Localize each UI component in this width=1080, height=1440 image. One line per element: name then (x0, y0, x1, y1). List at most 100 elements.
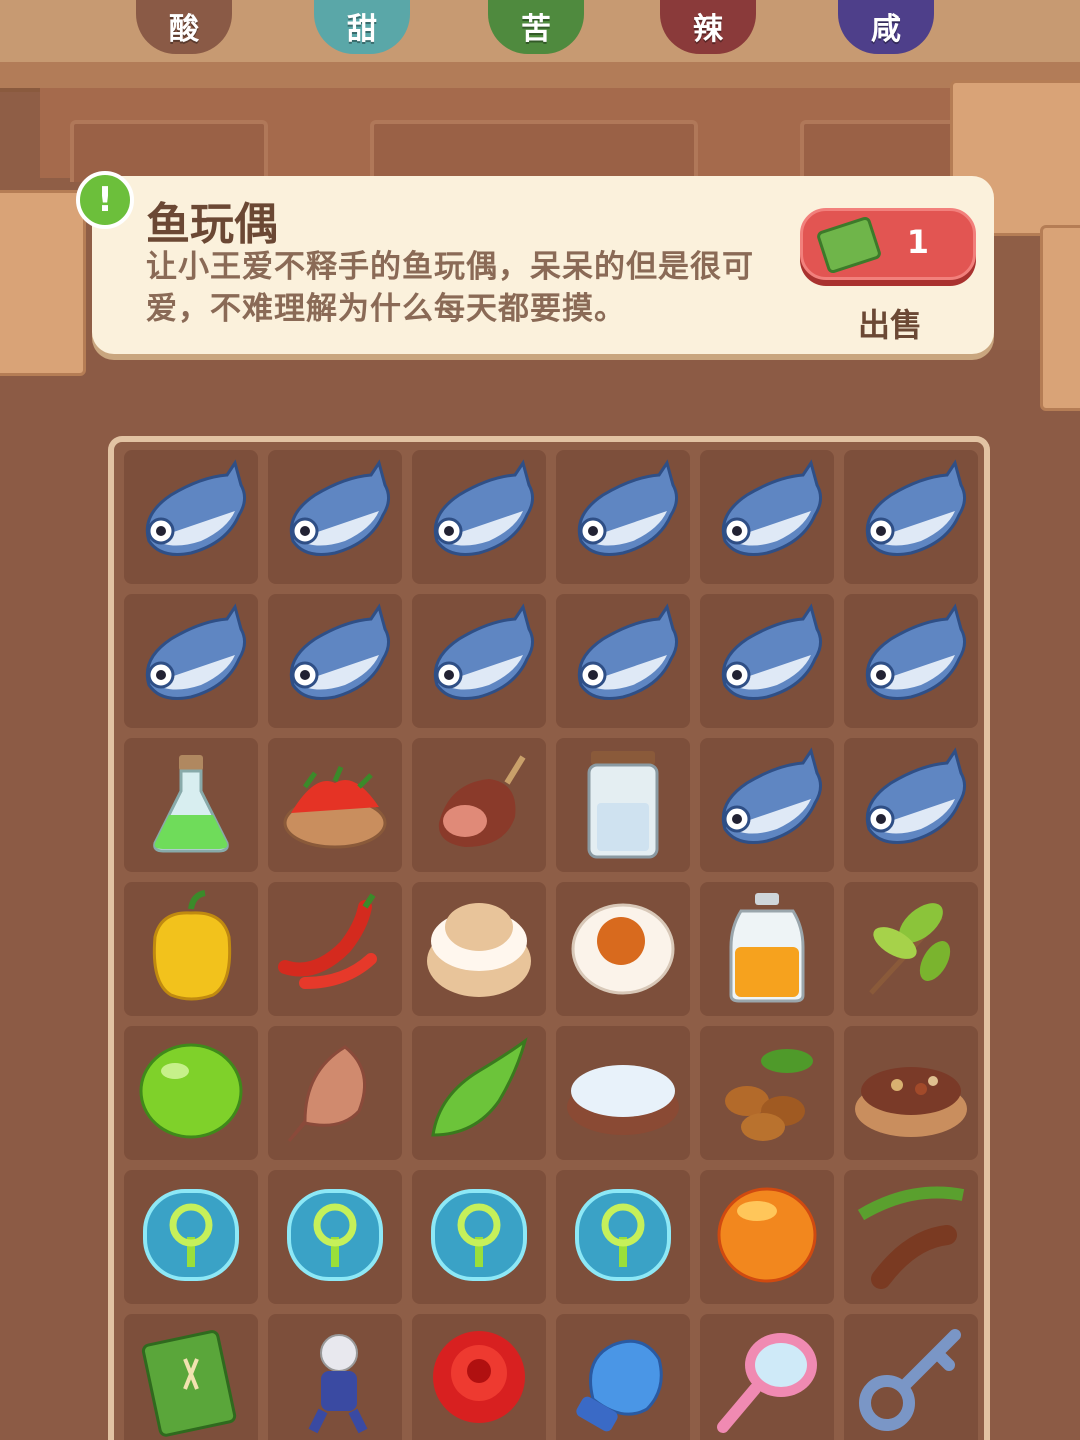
grid-cell[interactable] (556, 1026, 690, 1160)
red-chili-icon (275, 887, 395, 1011)
grid-cell[interactable] (412, 1314, 546, 1440)
sprout-bubble-icon (563, 1175, 683, 1299)
grid-cell[interactable] (844, 594, 978, 728)
grid-cell[interactable] (844, 1314, 978, 1440)
sell-label: 出售 (858, 306, 923, 344)
grid-cell[interactable] (412, 450, 546, 584)
grid-cell[interactable] (556, 450, 690, 584)
grid-cell[interactable] (124, 594, 258, 728)
fish-icon (275, 455, 395, 579)
cabinet-panel (370, 120, 698, 182)
sell-button[interactable]: 1 (800, 208, 976, 280)
spice-bowl-icon (851, 1031, 971, 1155)
hero-figure-icon (275, 1319, 395, 1440)
flavor-jar-label: 辣 (693, 12, 723, 47)
grid-cell[interactable] (124, 450, 258, 584)
grid-cell[interactable] (556, 738, 690, 872)
orange-orb-icon (707, 1175, 827, 1299)
grid-cell[interactable] (124, 882, 258, 1016)
fish-icon (851, 455, 971, 579)
hand-mirror-icon (707, 1319, 827, 1440)
grid-cell[interactable] (556, 882, 690, 1016)
grid-cell[interactable] (700, 1170, 834, 1304)
mitten-icon (563, 1319, 683, 1440)
fish-icon (851, 743, 971, 867)
grid-cell[interactable] (268, 738, 402, 872)
fish-icon (707, 455, 827, 579)
grid-cell[interactable] (700, 450, 834, 584)
fish-icon (131, 599, 251, 723)
fish-icon (707, 599, 827, 723)
lime-icon (131, 1031, 251, 1155)
salt-jar-icon (563, 743, 683, 867)
grid-cell[interactable] (556, 1170, 690, 1304)
grid-cell[interactable] (124, 1314, 258, 1440)
game-scene: 酸 甜 苦 辣 咸 ! 鱼玩偶 让小王爱不释手的鱼玩偶，呆呆的但是很可爱，不难理解为什么… (0, 0, 1080, 1440)
grid-cell[interactable] (844, 1170, 978, 1304)
crate (0, 190, 86, 376)
cash-icon (815, 215, 883, 275)
flavor-jar-label: 酸 (169, 12, 199, 47)
fish-icon (419, 599, 539, 723)
flavor-jar-label: 咸 (871, 12, 901, 47)
fish-icon (851, 599, 971, 723)
sell-price: 1 (906, 223, 929, 261)
salted-egg-icon (563, 887, 683, 1011)
flavor-jar-label: 苦 (521, 12, 551, 47)
item-description: 让小王爱不释手的鱼玩偶，呆呆的但是很可爱，不难理解为什么每天都要摸。 (146, 249, 754, 327)
grid-cell[interactable] (412, 882, 546, 1016)
grid-cell[interactable] (124, 738, 258, 872)
grid-cell[interactable] (844, 882, 978, 1016)
tamarind-icon (851, 1175, 971, 1299)
coffee-beans-icon (707, 1031, 827, 1155)
grid-cell[interactable] (268, 1314, 402, 1440)
rose-icon (419, 1319, 539, 1440)
fish-icon (707, 743, 827, 867)
sprout-bubble-icon (275, 1175, 395, 1299)
grid-cell[interactable] (124, 1026, 258, 1160)
fish-icon (563, 455, 683, 579)
grid-cell[interactable] (412, 738, 546, 872)
tea-leaves-icon (851, 887, 971, 1011)
green-potion-icon (131, 743, 251, 867)
grid-cell[interactable] (124, 1170, 258, 1304)
grid-cell[interactable] (700, 594, 834, 728)
sprout-bubble-icon (419, 1175, 539, 1299)
grid-cell[interactable] (268, 1026, 402, 1160)
flavor-jar-label: 甜 (347, 12, 377, 47)
bell-pepper-icon (131, 887, 251, 1011)
cream-puff-icon (419, 887, 539, 1011)
grid-cell[interactable] (844, 450, 978, 584)
fish-icon (419, 455, 539, 579)
dried-fish-icon (275, 1031, 395, 1155)
item-title: 鱼玩偶 (146, 199, 278, 250)
grid-cell[interactable] (268, 450, 402, 584)
grid-cell[interactable] (412, 1170, 546, 1304)
fish-icon (563, 599, 683, 723)
bitter-melon-icon (419, 1031, 539, 1155)
grid-cell[interactable] (700, 738, 834, 872)
grid-cell[interactable] (556, 594, 690, 728)
grid-cell[interactable] (700, 882, 834, 1016)
grid-cell[interactable] (268, 1170, 402, 1304)
grid-cell[interactable] (268, 594, 402, 728)
fish-icon (275, 599, 395, 723)
inventory-board (108, 436, 990, 1440)
grid-cell[interactable] (844, 738, 978, 872)
crate (1040, 225, 1080, 411)
ham-icon (419, 743, 539, 867)
grid-cell[interactable] (556, 1314, 690, 1440)
salt-bowl-icon (563, 1031, 683, 1155)
honey-jar-icon (707, 887, 827, 1011)
grid-cell[interactable] (844, 1026, 978, 1160)
alert-icon: ! (76, 171, 134, 229)
notebook-icon (131, 1319, 251, 1440)
grid-cell[interactable] (700, 1026, 834, 1160)
grid-cell[interactable] (268, 882, 402, 1016)
grid-cell[interactable] (412, 594, 546, 728)
key-icon (851, 1319, 971, 1440)
grid-cell[interactable] (700, 1314, 834, 1440)
chili-bowl-icon (275, 743, 395, 867)
fish-icon (131, 455, 251, 579)
grid-cell[interactable] (412, 1026, 546, 1160)
